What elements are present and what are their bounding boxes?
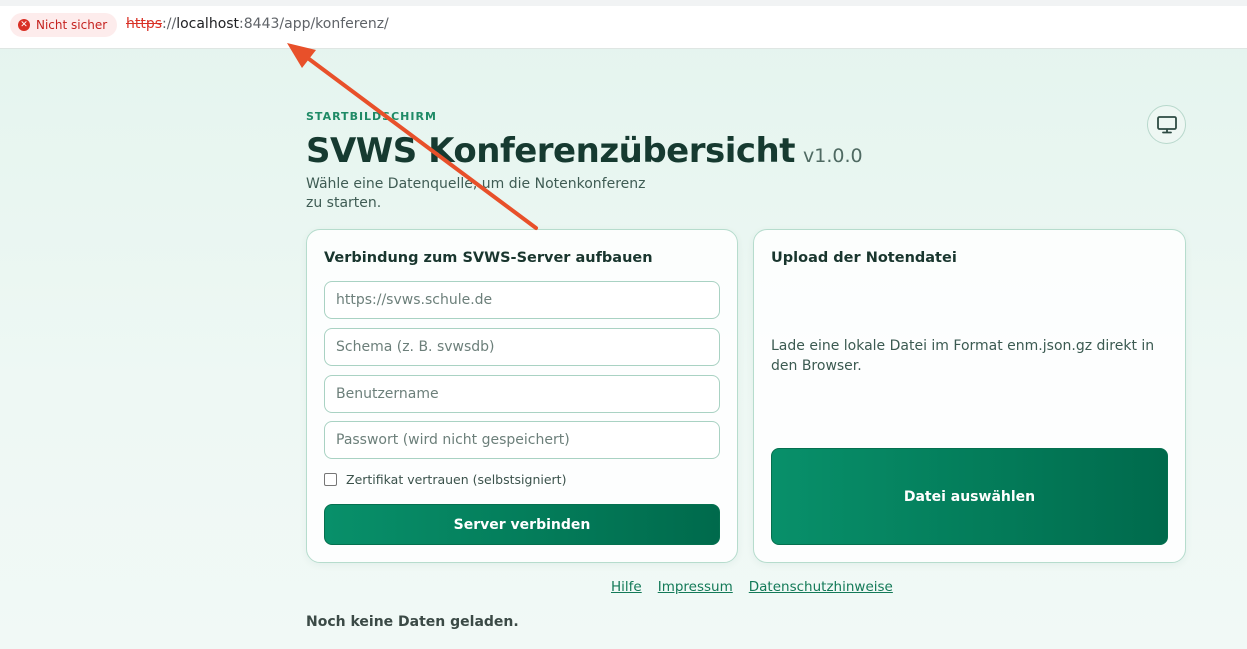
server-connection-card: Verbindung zum SVWS-Server aufbauen Zert… bbox=[306, 229, 738, 563]
upload-card: Upload der Notendatei Lade eine lokale D… bbox=[753, 229, 1186, 563]
footer-links: Hilfe Impressum Datenschutzhinweise bbox=[611, 579, 893, 595]
url-field[interactable]: https://localhost:8443/app/konferenz/ bbox=[126, 16, 389, 32]
server-url-input[interactable] bbox=[324, 281, 720, 319]
help-link[interactable]: Hilfe bbox=[611, 579, 642, 595]
password-input[interactable] bbox=[324, 421, 720, 459]
eyebrow-label: STARTBILDSCHIRM bbox=[306, 110, 437, 123]
display-mode-button[interactable] bbox=[1147, 105, 1186, 144]
page-subtitle: Wähle eine Datenquelle, um die Notenkonf… bbox=[306, 176, 646, 211]
connect-server-button[interactable]: Server verbinden bbox=[324, 504, 720, 545]
page-title: SVWS Konferenzübersicht bbox=[306, 131, 796, 171]
url-scheme: https bbox=[126, 16, 163, 32]
privacy-link[interactable]: Datenschutzhinweise bbox=[749, 579, 893, 595]
browser-address-bar: ✕ Nicht sicher https://localhost:8443/ap… bbox=[0, 0, 1247, 49]
upload-card-title: Upload der Notendatei bbox=[771, 250, 957, 266]
trust-cert-checkbox[interactable] bbox=[324, 473, 337, 486]
schema-input[interactable] bbox=[324, 328, 720, 366]
version-label: v1.0.0 bbox=[803, 145, 863, 167]
url-host: localhost bbox=[176, 16, 240, 32]
page-header: STARTBILDSCHIRM SVWS Konferenzübersicht … bbox=[306, 110, 1186, 213]
title-row: SVWS Konferenzübersicht v1.0.0 bbox=[306, 131, 1186, 171]
insecure-x-icon: ✕ bbox=[18, 19, 30, 31]
trust-cert-row[interactable]: Zertifikat vertrauen (selbstsigniert) bbox=[324, 472, 566, 487]
tab-strip-edge bbox=[0, 0, 1247, 6]
security-label: Nicht sicher bbox=[36, 18, 108, 32]
security-indicator[interactable]: ✕ Nicht sicher bbox=[10, 13, 118, 37]
choose-file-button[interactable]: Datei auswählen bbox=[771, 448, 1168, 545]
username-input[interactable] bbox=[324, 375, 720, 413]
url-path: :8443/app/konferenz/ bbox=[239, 16, 389, 32]
monitor-icon bbox=[1156, 115, 1177, 133]
server-card-title: Verbindung zum SVWS-Server aufbauen bbox=[324, 250, 653, 266]
imprint-link[interactable]: Impressum bbox=[658, 579, 733, 595]
status-text: Noch keine Daten geladen. bbox=[306, 614, 519, 630]
trust-cert-label[interactable]: Zertifikat vertrauen (selbstsigniert) bbox=[346, 472, 566, 487]
url-separator: :// bbox=[162, 16, 177, 32]
upload-description: Lade eine lokale Datei im Format enm.jso… bbox=[771, 338, 1155, 374]
